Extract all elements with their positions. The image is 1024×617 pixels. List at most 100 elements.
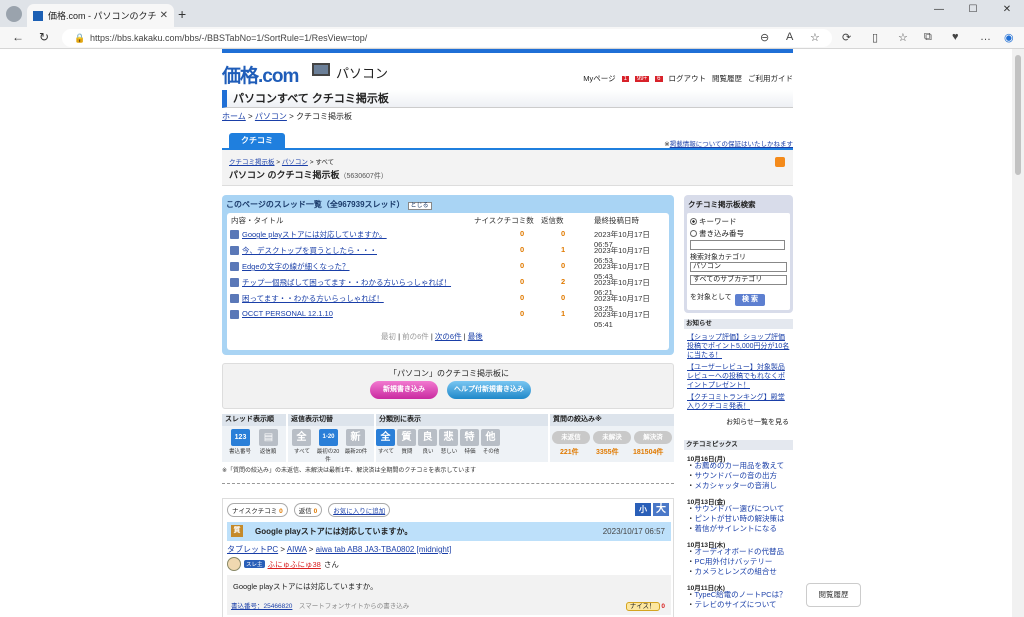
radio-post-number[interactable]: 書き込み番号 bbox=[690, 228, 744, 239]
message-badge[interactable]: 99+ bbox=[634, 75, 650, 82]
extension-icon[interactable]: ⟳ bbox=[842, 31, 851, 44]
nice-button[interactable]: ナイス！ bbox=[625, 602, 660, 611]
topic-link[interactable]: お薦めのカー用品を教えて bbox=[695, 461, 785, 470]
maximize-button[interactable]: ☐ bbox=[956, 0, 990, 20]
reply-first20-button[interactable]: 1-20 bbox=[319, 429, 338, 446]
split-screen-icon[interactable]: ▯ bbox=[872, 31, 878, 44]
topic-item[interactable]: ・オーディオボードの代替品 bbox=[687, 547, 784, 557]
notice-more-text[interactable]: お知らせ一覧を見る bbox=[726, 419, 789, 426]
notice-link[interactable]: 【ユーザーレビュー】対象製品レビューへの投稿でもれなくポイントプレゼント！ bbox=[687, 364, 785, 389]
search-button[interactable]: 検 索 bbox=[735, 294, 765, 306]
font-small-button[interactable]: 小 bbox=[635, 503, 651, 516]
notification-badge[interactable]: 1 bbox=[621, 75, 629, 82]
favorites-icon[interactable]: ☆ bbox=[898, 31, 908, 44]
thread-title[interactable]: チップ一個飛ばして困ってます・・わかる方いらっしゃれば！ bbox=[242, 277, 451, 288]
tab-kuchikomi[interactable]: クチコミ bbox=[229, 133, 285, 148]
back-icon[interactable]: ← bbox=[10, 30, 26, 44]
resolved-button[interactable]: 解決済 bbox=[634, 431, 672, 444]
thread-title[interactable]: Google playストアには対応していますか。 bbox=[242, 229, 387, 240]
sort-by-number-button[interactable]: 123 bbox=[231, 429, 250, 446]
refresh-icon[interactable]: ↻ bbox=[36, 30, 52, 44]
new-tab-button[interactable]: + bbox=[178, 6, 186, 22]
cat-all-button[interactable]: 全 bbox=[376, 429, 395, 446]
address-bar[interactable]: 🔒 https://bbs.kakaku.com/bbs/-/BBSTabNo=… bbox=[62, 29, 832, 47]
scroll-thumb[interactable] bbox=[1015, 55, 1021, 175]
notice-item[interactable]: 【ショップ評価】ショップ評価投稿でポイント5,000円分が10名に当たる！ bbox=[687, 333, 791, 360]
topic-item[interactable]: ・テレビのサイズについて bbox=[687, 600, 777, 610]
close-window-button[interactable]: ✕ bbox=[990, 0, 1024, 20]
topic-link[interactable]: 着信がサイレントになる bbox=[695, 524, 778, 533]
topic-link[interactable]: テレビのサイズについて bbox=[695, 600, 777, 609]
browser-essentials-icon[interactable]: ♥ bbox=[952, 31, 959, 43]
forum-crumb-pc[interactable]: パソコン bbox=[282, 159, 308, 166]
zoom-icon[interactable]: ⊖ bbox=[760, 31, 769, 44]
more-icon[interactable]: … bbox=[980, 31, 991, 43]
add-favorite-link[interactable]: お気に入りに追加 bbox=[333, 508, 385, 515]
breadcrumb-home[interactable]: ホーム bbox=[222, 112, 246, 121]
thread-title[interactable]: 困ってます・・わかる方いらっしゃれば！ bbox=[242, 293, 384, 304]
thread-row[interactable]: チップ一個飛ばして困ってます・・わかる方いらっしゃれば！ 0 2 2023年10月17… bbox=[227, 275, 669, 297]
topic-item[interactable]: ・サウンドバーの音の出方 bbox=[687, 471, 777, 481]
thread-title[interactable]: OCCT PERSONAL 12.1.10 bbox=[242, 309, 333, 318]
profile-icon[interactable] bbox=[6, 6, 22, 22]
topic-item[interactable]: ・着信がサイレントになる bbox=[687, 524, 777, 534]
topic-link[interactable]: ピントが甘い時の解決策は bbox=[695, 514, 785, 523]
topic-link[interactable]: メカシャッターの音消し bbox=[695, 481, 778, 490]
sort-by-reply-button[interactable]: ▤ bbox=[259, 429, 278, 446]
subcategory-select[interactable]: すべてのサブカテゴリ bbox=[690, 275, 787, 285]
disclaimer-link[interactable]: ※掲載情報についての保証はいたしかねます bbox=[664, 138, 793, 148]
topic-link[interactable]: カメラとレンズの組合せ bbox=[695, 567, 777, 576]
notice-more-link[interactable]: お知らせ一覧を見る bbox=[726, 417, 789, 427]
search-input[interactable] bbox=[690, 240, 785, 250]
product-crumb-maker[interactable]: AIWA bbox=[287, 545, 307, 554]
pager-next[interactable]: 次の6件 bbox=[435, 332, 462, 341]
tab-close-icon[interactable]: ✕ bbox=[160, 10, 168, 21]
cat-sad-button[interactable]: 悲 bbox=[439, 429, 458, 446]
history-link[interactable]: 閲覧履歴 bbox=[712, 73, 742, 84]
notice-link[interactable]: 【クチコミトランキング】殿堂入りクチコミ発表！ bbox=[687, 394, 785, 410]
cat-good-button[interactable]: 良 bbox=[418, 429, 437, 446]
reply-all-button[interactable]: 全 bbox=[292, 429, 311, 446]
product-crumb-category[interactable]: タブレットPC bbox=[227, 545, 278, 554]
topic-item[interactable]: ・サウンドバー選びについて bbox=[687, 504, 784, 514]
topic-item[interactable]: ・ピントが甘い時の解決策は bbox=[687, 514, 785, 524]
topic-link[interactable]: サウンドバー選びについて bbox=[695, 504, 785, 513]
notice-item[interactable]: 【クチコミトランキング】殿堂入りクチコミ発表！ bbox=[687, 393, 791, 411]
pager-last[interactable]: 最後 bbox=[468, 332, 483, 341]
history-float-button[interactable]: 閲覧履歴 bbox=[806, 583, 861, 607]
topic-item[interactable]: ・TypeC給電のノートPCは？ bbox=[687, 590, 787, 600]
guide-link[interactable]: ご利用ガイド bbox=[748, 73, 793, 84]
site-logo[interactable]: 価格.com bbox=[222, 61, 299, 88]
unresolved-button[interactable]: 未解決 bbox=[593, 431, 631, 444]
add-favorite-button[interactable]: お気に入りに追加 bbox=[328, 503, 391, 517]
radio-keyword[interactable]: キーワード bbox=[690, 216, 737, 227]
rss-icon[interactable] bbox=[775, 157, 785, 167]
collections-icon[interactable]: ⧉ bbox=[924, 31, 932, 44]
topic-item[interactable]: ・お薦めのカー用品を教えて bbox=[687, 461, 784, 471]
favorite-star-icon[interactable]: ☆ bbox=[810, 31, 820, 44]
topic-link[interactable]: オーディオボードの代替品 bbox=[695, 547, 784, 556]
reply-latest20-button[interactable]: 新 bbox=[346, 429, 365, 446]
browser-tab[interactable]: 価格.com - パソコンのクチコミ掲示板 ✕ bbox=[27, 4, 174, 27]
scrollbar[interactable] bbox=[1012, 49, 1024, 617]
breadcrumb-pc[interactable]: パソコン bbox=[255, 112, 287, 121]
mypage-link[interactable]: Myページ bbox=[583, 73, 615, 84]
help-post-button[interactable]: ヘルプ付新規書き込み bbox=[447, 381, 531, 399]
new-post-button[interactable]: 新規書き込み bbox=[370, 381, 438, 399]
thread-row[interactable]: 今、デスクトップを買うとしたら・・・ 0 1 2023年10月17日 06:53 bbox=[227, 243, 669, 265]
logout-link[interactable]: ログアウト bbox=[669, 73, 707, 84]
post-number-link[interactable]: 書込番号：25466820 bbox=[231, 603, 292, 610]
minimize-button[interactable]: — bbox=[922, 0, 956, 20]
topic-link[interactable]: サウンドバーの音の出方 bbox=[695, 471, 778, 480]
copilot-icon[interactable]: ◉ bbox=[1004, 31, 1014, 44]
product-crumb-model[interactable]: aiwa tab AB8 JA3-TBA0802 [midnight] bbox=[316, 545, 452, 554]
topic-item[interactable]: ・カメラとレンズの組合せ bbox=[687, 567, 777, 577]
thread-row[interactable]: OCCT PERSONAL 12.1.10 0 1 2023年10月17日 05:41 bbox=[227, 307, 669, 329]
close-list-button[interactable]: とじる bbox=[407, 202, 432, 210]
topic-item[interactable]: ・メカシャッターの音消し bbox=[687, 481, 777, 491]
thread-row[interactable]: 困ってます・・わかる方いらっしゃれば！ 0 0 2023年10月17日 03:25 bbox=[227, 291, 669, 313]
alert-badge[interactable]: 6 bbox=[655, 75, 663, 82]
cat-question-button[interactable]: 質 bbox=[397, 429, 416, 446]
category-select[interactable]: パソコン bbox=[690, 262, 787, 272]
thread-title[interactable]: Edgeの文字の線が細くなった？ bbox=[242, 261, 350, 272]
